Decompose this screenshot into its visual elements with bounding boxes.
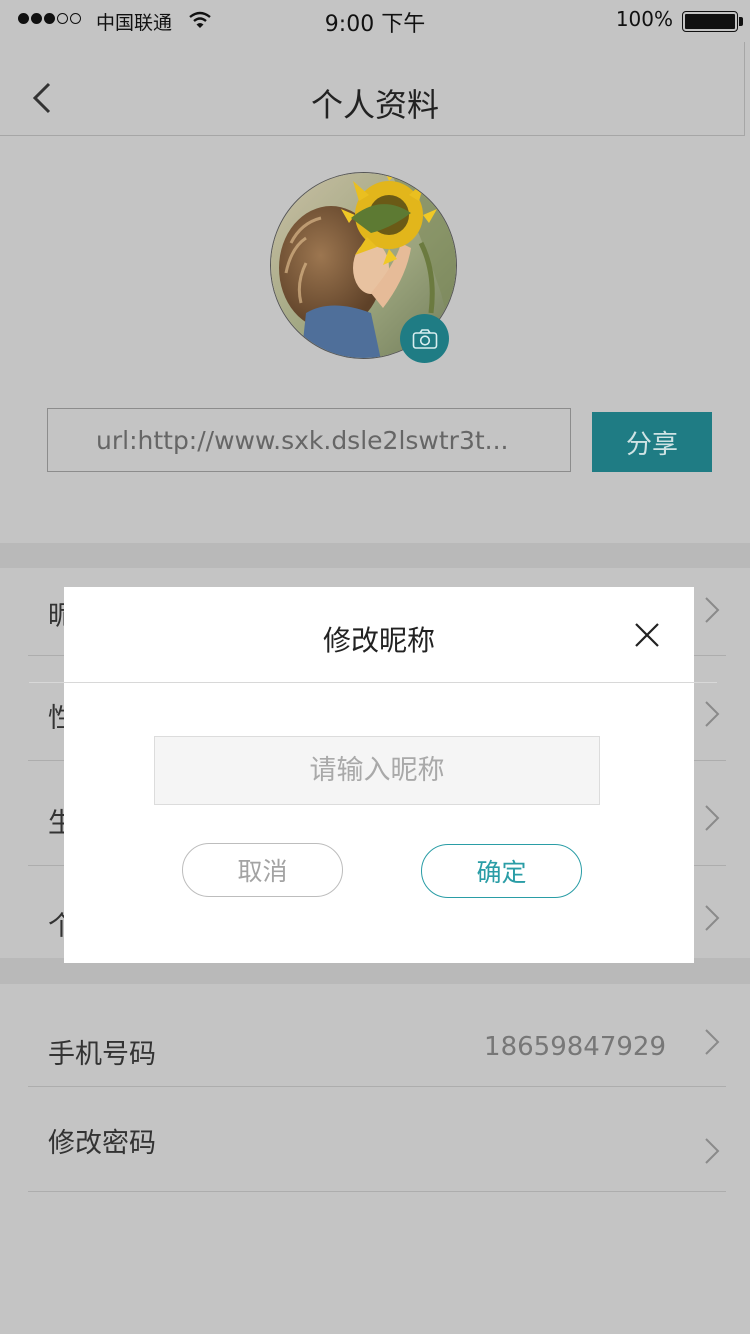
battery-icon <box>682 11 738 32</box>
list-item-phone[interactable]: 手机号码 18659847929 <box>28 984 726 1087</box>
profile-url-field[interactable]: url:http://www.sxk.dsle2lswtr3t... <box>47 408 571 472</box>
chevron-right-icon <box>705 1138 720 1164</box>
list-item-label: 手机号码 <box>48 1039 156 1070</box>
list-item-label: 修改密码 <box>48 1128 156 1159</box>
chevron-right-icon <box>705 805 720 831</box>
dialog-title: 修改昵称 <box>322 624 435 657</box>
section-divider <box>0 543 750 568</box>
chevron-right-icon <box>705 905 720 931</box>
page-title: 个人资料 <box>310 86 439 124</box>
nav-bar: 个人资料 <box>0 42 745 136</box>
list-item-change-password[interactable]: 修改密码 <box>28 1087 726 1192</box>
edit-nickname-dialog: 修改昵称 取消 确定 <box>64 587 694 963</box>
close-icon[interactable] <box>634 622 660 648</box>
change-avatar-button[interactable] <box>400 314 449 363</box>
chevron-right-icon <box>705 701 720 727</box>
chevron-right-icon <box>705 597 720 623</box>
cancel-button[interactable]: 取消 <box>182 843 343 897</box>
share-button[interactable]: 分享 <box>592 412 712 472</box>
chevron-right-icon <box>705 1029 720 1055</box>
phone-number-value: 18659847929 <box>484 1032 666 1062</box>
battery-percent: 100% <box>615 7 673 31</box>
confirm-button[interactable]: 确定 <box>421 844 582 898</box>
camera-icon <box>412 328 437 349</box>
status-bar: 中国联通 9:00 下午 100% <box>0 0 750 42</box>
nickname-input[interactable] <box>154 736 600 805</box>
battery-cap <box>739 17 743 26</box>
dialog-divider <box>29 682 717 683</box>
